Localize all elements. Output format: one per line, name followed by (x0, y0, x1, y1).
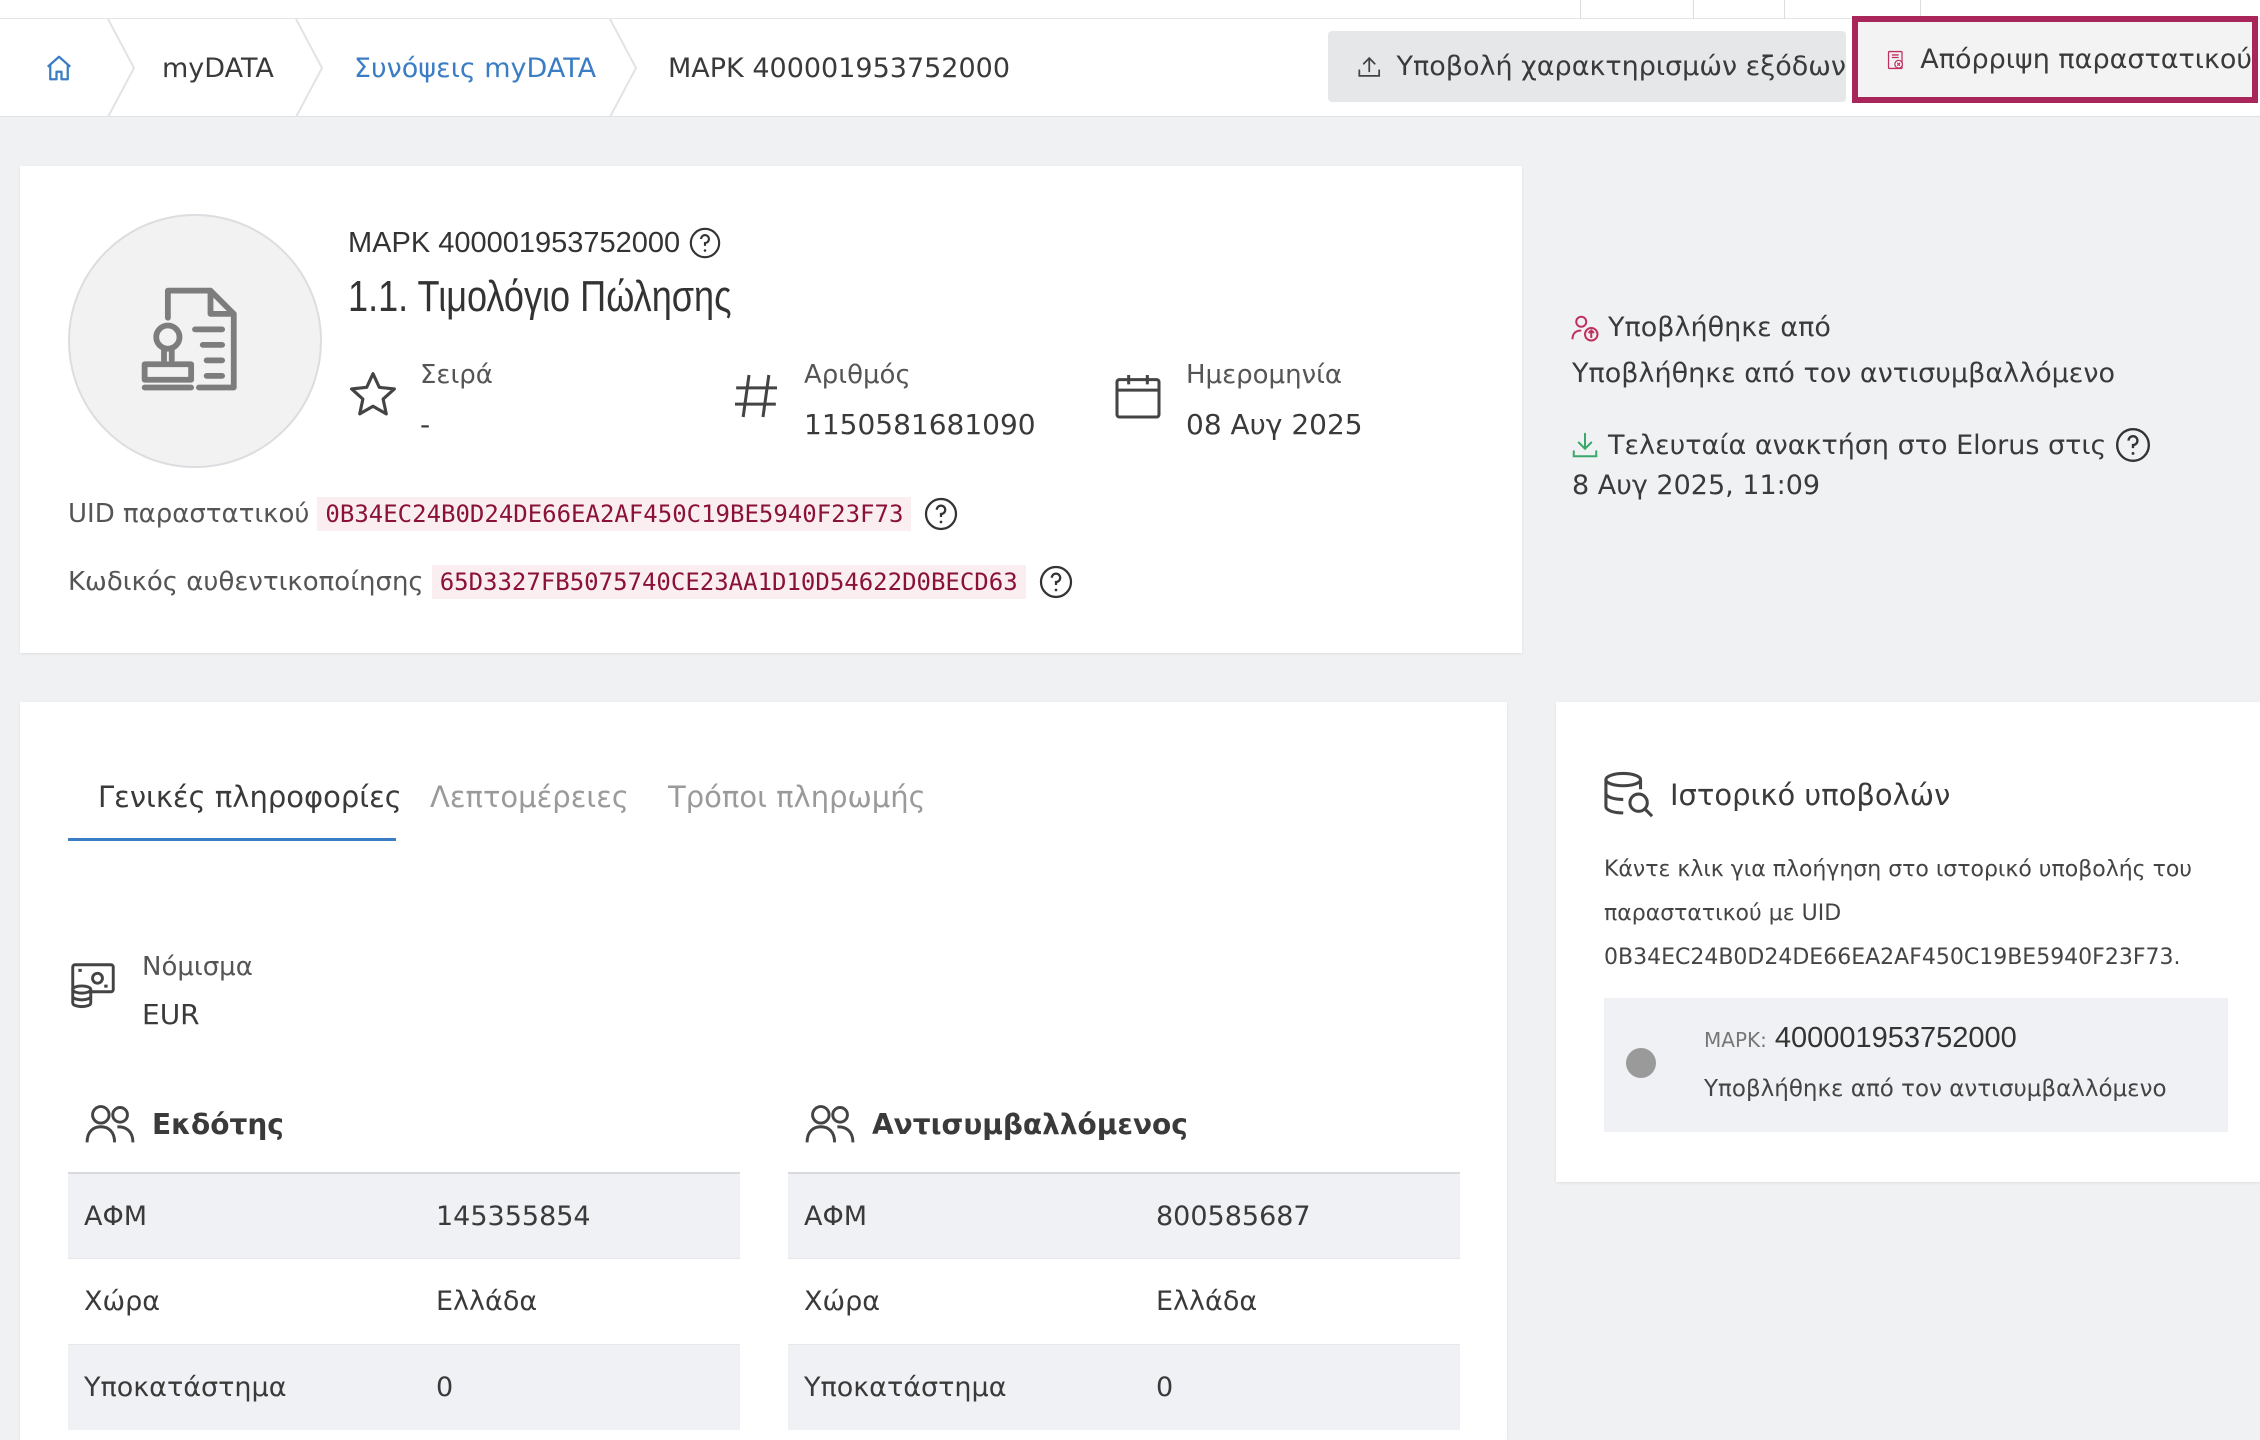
counterpart-key: Υποκατάστημα (804, 1372, 1007, 1403)
table-row: ΑΦΜ 800585687 (788, 1172, 1460, 1258)
submitted-by-label-row: Υποβλήθηκε από (1570, 312, 1831, 343)
currency-value: EUR (142, 998, 200, 1031)
date-label: Ημερομηνία (1186, 360, 1343, 390)
currency-icon (71, 963, 115, 1009)
table-row: Υποκατάστημα 0 (68, 1344, 740, 1430)
breadcrumb-home[interactable] (38, 19, 80, 117)
submit-expense-classifications-button[interactable]: Υποβολή χαρακτηρισμών εξόδων (1328, 31, 1846, 102)
issuer-table: ΑΦΜ 145355854 Χώρα Ελλάδα Υποκατάστημα 0 (68, 1172, 740, 1430)
document-mark-text: ΜΑΡΚ 400001953752000 (348, 226, 681, 259)
counterpart-value: Ελλάδα (1156, 1286, 1258, 1317)
submit-expense-classifications-label: Υποβολή χαρακτηρισμών εξόδων (1396, 51, 1846, 82)
number-value: 1150581681090 (804, 408, 1036, 441)
document-avatar (68, 214, 322, 468)
history-description-line: 0B34EC24B0D24DE66EA2AF450C19BE5940F23F73… (1604, 945, 2181, 970)
issuer-value: Ελλάδα (436, 1286, 538, 1317)
breadcrumb-separator (609, 19, 638, 117)
invoice-stamp-icon (141, 287, 237, 391)
auth-code-value: 65D3327FB5075740CE23AA1D10D54622D0BECD63 (431, 565, 1026, 599)
last-retrieval-label: Τελευταία ανακτήση στο Elorus στις (1608, 429, 2107, 461)
table-row: Χώρα Ελλάδα (788, 1258, 1460, 1344)
uid-row: UID παραστατικού 0B34EC24B0D24DE66EA2AF4… (68, 496, 959, 532)
submission-history-heading: Ιστορικό υποβολών (1602, 770, 1950, 820)
submitted-by-label: Υποβλήθηκε από (1608, 312, 1831, 343)
history-item-mark: ΜΑΡΚ: 400001953752000 (1704, 1022, 2017, 1055)
history-item-subtitle: Υποβλήθηκε από τον αντισυμβαλλόμενο (1704, 1076, 2167, 1102)
last-retrieval-value: 8 Αυγ 2025, 11:09 (1572, 470, 1821, 501)
help-icon[interactable] (688, 226, 722, 260)
uid-value: 0B34EC24B0D24DE66EA2AF450C19BE5940F23F73 (317, 497, 912, 531)
history-description-line: παραστατικού με UID (1604, 901, 1842, 926)
last-retrieval-label-row: Τελευταία ανακτήση στο Elorus στις (1570, 426, 2152, 464)
auth-code-row: Κωδικός αυθεντικοποίησης 65D3327FB507574… (68, 564, 1074, 600)
breadcrumb-item-current: ΜΑΡΚ 400001953752000 (668, 52, 1011, 84)
breadcrumb-separator (107, 19, 136, 117)
top-strip-divider (1580, 0, 1581, 19)
counterpart-value: 800585687 (1156, 1200, 1311, 1232)
tab-payment-methods[interactable]: Τρόποι πληρωμής (668, 780, 926, 814)
reject-document-icon (1887, 50, 1904, 69)
history-description-line: Κάντε κλικ για πλοήγηση στο ιστορικό υπο… (1604, 857, 2193, 882)
table-row: Υποκατάστημα 0 (788, 1344, 1460, 1430)
calendar-icon (1115, 375, 1161, 419)
issuer-title: Εκδότης (152, 1107, 284, 1141)
series-value: - (420, 408, 431, 441)
top-strip-divider (1784, 0, 1785, 19)
counterpart-key: Χώρα (804, 1286, 881, 1317)
tab-general-info[interactable]: Γενικές πληροφορίες (98, 780, 402, 814)
series-field: Σειρά - (346, 356, 493, 441)
download-icon (1572, 432, 1598, 458)
reject-document-label: Απόρριψη παραστατικού (1920, 44, 2252, 75)
table-row: ΑΦΜ 145355854 (68, 1172, 740, 1258)
issuer-key: ΑΦΜ (84, 1200, 148, 1232)
hash-icon (735, 374, 777, 418)
issuer-heading: Εκδότης (84, 1102, 284, 1146)
user-upload-icon (1571, 315, 1599, 341)
series-label: Σειρά (420, 360, 493, 390)
counterpart-table: ΑΦΜ 800585687 Χώρα Ελλάδα Υποκατάστημα 0 (788, 1172, 1460, 1430)
number-label: Αριθμός (804, 360, 911, 390)
help-icon[interactable] (2114, 426, 2152, 464)
document-title: 1.1. Τιμολόγιο Πώλησης (348, 272, 732, 321)
table-row: Χώρα Ελλάδα (68, 1258, 740, 1344)
issuer-value: 0 (436, 1372, 454, 1403)
home-icon (47, 55, 71, 81)
history-item-number: 400001953752000 (1774, 1022, 2017, 1054)
breadcrumb-item-mydata[interactable]: myDATA (162, 19, 274, 117)
tab-details[interactable]: Λεπτομέρειες (430, 780, 629, 814)
counterpart-title: Αντισυμβαλλόμενος (872, 1107, 1188, 1141)
users-icon (85, 1105, 135, 1143)
submission-history-title: Ιστορικό υποβολών (1670, 778, 1951, 812)
active-tab-indicator (68, 838, 396, 841)
history-item-prefix: ΜΑΡΚ: (1704, 1028, 1767, 1052)
auth-code-label: Κωδικός αυθεντικοποίησης (68, 567, 424, 597)
submission-history-description: Κάντε κλικ για πλοήγηση στο ιστορικό υπο… (1604, 848, 2224, 980)
issuer-key: Υποκατάστημα (84, 1372, 287, 1403)
issuer-value: 145355854 (436, 1200, 591, 1232)
history-list-item[interactable] (1604, 998, 2228, 1132)
document-mark-line: ΜΑΡΚ 400001953752000 (348, 226, 722, 260)
counterpart-key: ΑΦΜ (804, 1200, 868, 1232)
breadcrumb-item-summaries[interactable]: Συνόψεις myDATA (354, 19, 596, 117)
breadcrumb-separator (295, 19, 324, 117)
help-icon[interactable] (1038, 564, 1074, 600)
database-search-icon (1604, 771, 1654, 818)
submitted-by-value: Υποβλήθηκε από τον αντισυμβαλλόμενο (1572, 358, 2115, 389)
reject-document-button[interactable]: Απόρριψη παραστατικού (1852, 16, 2258, 103)
number-field: Αριθμός 1150581681090 (728, 356, 1036, 441)
top-strip-divider (1693, 0, 1694, 19)
star-icon (350, 372, 396, 416)
upload-icon (1358, 56, 1381, 77)
counterpart-value: 0 (1156, 1372, 1174, 1403)
date-field: Ημερομηνία 08 Αυγ 2025 (1110, 356, 1363, 441)
submission-info-panel (1524, 166, 2260, 653)
counterpart-heading: Αντισυμβαλλόμενος (804, 1102, 1188, 1146)
uid-label: UID παραστατικού (68, 499, 310, 529)
date-value: 08 Αυγ 2025 (1186, 408, 1363, 441)
users-icon (805, 1105, 855, 1143)
help-icon[interactable] (923, 496, 959, 532)
issuer-key: Χώρα (84, 1286, 161, 1317)
history-status-dot (1626, 1048, 1656, 1078)
currency-label: Νόμισμα (142, 952, 253, 982)
